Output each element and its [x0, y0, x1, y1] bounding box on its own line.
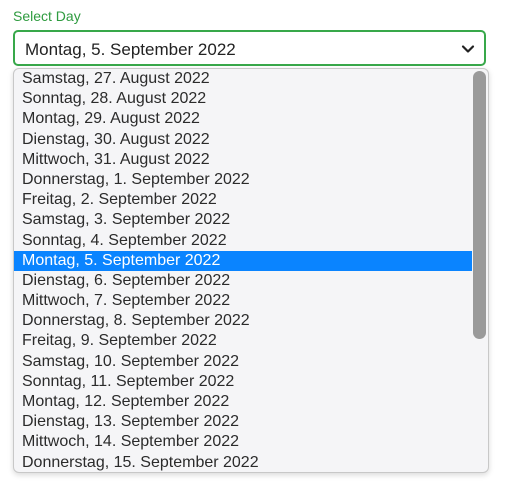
option-item[interactable]: Dienstag, 30. August 2022 [14, 130, 472, 150]
day-select[interactable]: Montag, 5. September 2022 [13, 30, 486, 66]
day-dropdown-list[interactable]: Samstag, 27. August 2022 Sonntag, 28. Aug… [13, 68, 489, 473]
scrollbar-track[interactable] [472, 69, 488, 472]
option-item[interactable]: Montag, 29. August 2022 [14, 109, 472, 129]
option-item[interactable]: Dienstag, 6. September 2022 [14, 271, 472, 291]
option-item[interactable]: Montag, 12. September 2022 [14, 392, 472, 412]
option-item[interactable]: Donnerstag, 15. September 2022 [14, 453, 472, 472]
option-selected[interactable]: Montag, 5. September 2022 [14, 250, 472, 271]
option-item[interactable]: Donnerstag, 1. September 2022 [14, 170, 472, 190]
option-item[interactable]: Mittwoch, 31. August 2022 [14, 150, 472, 170]
option-list: Samstag, 27. August 2022 Sonntag, 28. Aug… [14, 69, 472, 472]
scrollbar-thumb[interactable] [473, 71, 486, 339]
option-item[interactable]: Mittwoch, 7. September 2022 [14, 291, 472, 311]
option-item[interactable]: Sonntag, 4. September 2022 [14, 231, 472, 251]
option-item[interactable]: Samstag, 10. September 2022 [14, 352, 472, 372]
option-item[interactable]: Mittwoch, 14. September 2022 [14, 432, 472, 452]
option-item[interactable]: Dienstag, 13. September 2022 [14, 412, 472, 432]
option-item[interactable]: Freitag, 9. September 2022 [14, 331, 472, 351]
option-item[interactable]: Samstag, 27. August 2022 [14, 69, 472, 89]
option-item[interactable]: Samstag, 3. September 2022 [14, 210, 472, 230]
select-day-label: Select Day [13, 8, 81, 24]
selected-day-value: Montag, 5. September 2022 [25, 40, 236, 59]
option-item[interactable]: Donnerstag, 8. September 2022 [14, 311, 472, 331]
option-item[interactable]: Sonntag, 28. August 2022 [14, 89, 472, 109]
option-item[interactable]: Sonntag, 11. September 2022 [14, 372, 472, 392]
chevron-down-icon [461, 45, 475, 53]
option-item[interactable]: Freitag, 2. September 2022 [14, 190, 472, 210]
